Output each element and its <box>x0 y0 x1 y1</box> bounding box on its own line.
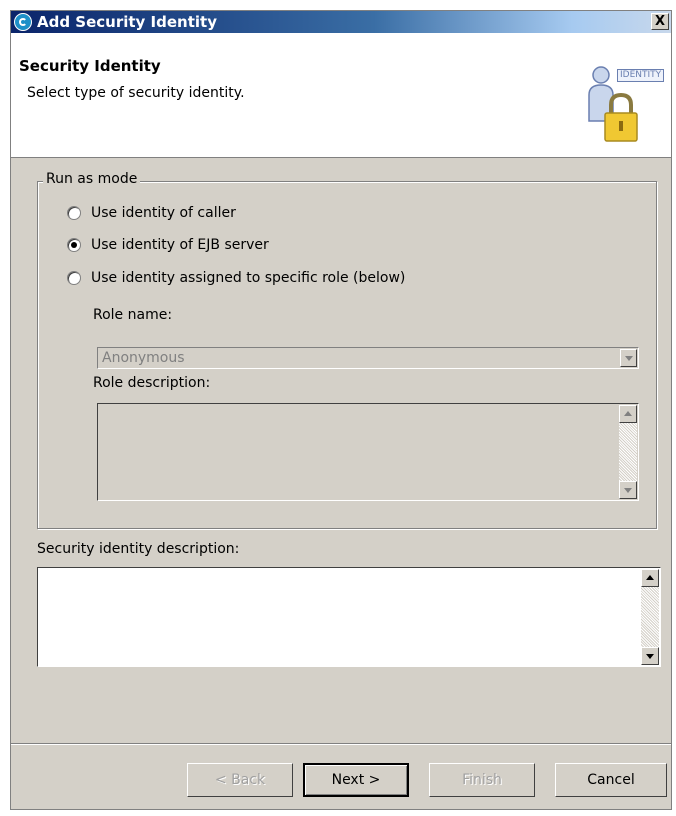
scroll-up-button[interactable] <box>641 569 659 587</box>
title-bar[interactable]: Add Security Identity X <box>11 11 671 33</box>
cancel-button[interactable]: Cancel <box>555 763 667 797</box>
page-description: Select type of security identity. <box>27 85 245 101</box>
identity-badge: IDENTITY <box>617 69 665 82</box>
radio-label: Use identity of EJB server <box>91 237 269 253</box>
scroll-down-button[interactable] <box>619 481 637 499</box>
role-name-dropdown[interactable]: Anonymous <box>97 347 639 369</box>
page-title: Security Identity <box>19 57 161 75</box>
next-button[interactable]: Next > <box>303 763 409 797</box>
radio-use-identity-assigned-to-role[interactable]: Use identity assigned to specific role (… <box>67 268 405 288</box>
radio-button[interactable] <box>67 271 81 285</box>
radio-label: Use identity assigned to specific role (… <box>91 270 406 286</box>
radio-label: Use identity of caller <box>91 205 236 221</box>
scroll-down-button[interactable] <box>641 647 659 665</box>
role-description-textarea[interactable] <box>97 403 639 501</box>
add-security-identity-dialog: Add Security Identity X Security Identit… <box>10 10 672 810</box>
finish-button[interactable]: Finish <box>429 763 535 797</box>
scroll-up-button[interactable] <box>619 405 637 423</box>
radio-use-identity-of-ejb-server[interactable]: Use identity of EJB server <box>67 235 269 255</box>
chevron-down-icon <box>625 356 633 361</box>
arrow-down-icon <box>646 654 654 659</box>
arrow-down-icon <box>624 488 632 493</box>
arrow-up-icon <box>646 575 654 580</box>
identity-lock-icon: IDENTITY <box>585 61 671 147</box>
radio-button-selected[interactable] <box>67 238 81 252</box>
radio-button[interactable] <box>67 206 81 220</box>
run-as-mode-legend: Run as mode <box>43 171 141 187</box>
back-button[interactable]: < Back <box>187 763 293 797</box>
radio-use-identity-of-caller[interactable]: Use identity of caller <box>67 203 236 223</box>
role-description-label: Role description: <box>93 375 211 391</box>
arrow-up-icon <box>624 411 632 416</box>
wizard-banner: Security Identity Select type of securit… <box>11 33 671 158</box>
role-name-value: Anonymous <box>102 350 185 366</box>
window-title: Add Security Identity <box>37 13 217 31</box>
dropdown-button[interactable] <box>620 349 637 367</box>
security-identity-description-label: Security identity description: <box>37 541 240 557</box>
app-icon <box>14 13 32 31</box>
description-scrollbar[interactable] <box>641 569 659 665</box>
close-button[interactable]: X <box>651 13 669 30</box>
security-identity-description-textarea[interactable] <box>37 567 661 667</box>
button-bar-separator <box>11 743 671 745</box>
role-description-scrollbar[interactable] <box>619 405 637 499</box>
role-name-label: Role name: <box>93 307 173 323</box>
